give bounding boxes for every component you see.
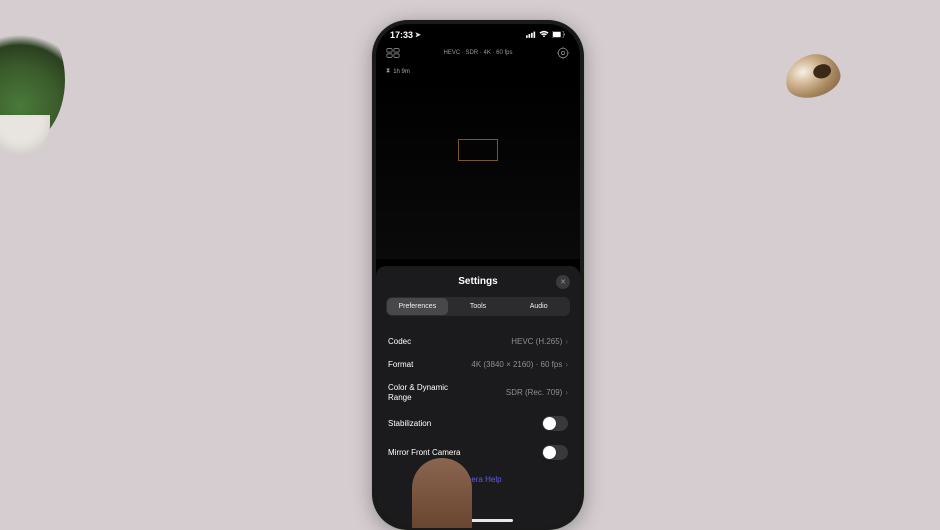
settings-tabs[interactable]: Preferences Tools Audio xyxy=(386,297,570,316)
format-value: 4K (3840 × 2160) · 60 fps xyxy=(471,360,562,369)
tab-tools[interactable]: Tools xyxy=(448,298,509,315)
camera-app-header: HEVC · SDR · 4K · 60 fps xyxy=(376,42,580,64)
media-library-icon[interactable] xyxy=(386,46,400,60)
settings-title: Settings xyxy=(458,276,497,287)
camera-help-link[interactable]: Camera Help xyxy=(376,467,580,488)
tab-audio[interactable]: Audio xyxy=(508,298,569,315)
row-format[interactable]: Format 4K (3840 × 2160) · 60 fps › xyxy=(388,353,568,376)
camera-viewfinder[interactable] xyxy=(376,79,580,259)
timer-value: 1h 9m xyxy=(393,69,410,75)
row-color-range[interactable]: Color & Dynamic Range SDR (Rec. 709) › xyxy=(388,376,568,409)
wifi-icon xyxy=(539,30,549,40)
notch xyxy=(443,24,513,40)
codec-value: HEVC (H.265) xyxy=(511,337,562,346)
shell-decoration xyxy=(781,49,845,104)
close-button[interactable]: ✕ xyxy=(556,275,570,289)
close-icon: ✕ xyxy=(560,278,566,286)
chevron-right-icon: › xyxy=(565,360,568,369)
status-time: 17:33 xyxy=(390,30,413,40)
phone-screen: 17:33 ➤ HEVC · SDR · 4K · 60 fps xyxy=(376,24,580,526)
settings-gear-icon[interactable] xyxy=(556,46,570,60)
chevron-right-icon: › xyxy=(565,388,568,397)
row-stabilization: Stabilization xyxy=(388,409,568,438)
chevron-right-icon: › xyxy=(565,337,568,346)
battery-icon xyxy=(552,30,566,40)
mirror-toggle[interactable] xyxy=(542,445,568,460)
row-mirror-front-camera: Mirror Front Camera xyxy=(388,438,568,467)
settings-sheet: Settings ✕ Preferences Tools Audio Codec… xyxy=(376,266,580,526)
format-summary[interactable]: HEVC · SDR · 4K · 60 fps xyxy=(443,50,512,56)
color-range-value: SDR (Rec. 709) xyxy=(506,388,562,397)
sheet-header: Settings ✕ xyxy=(376,266,580,297)
recording-time-remaining: ⧗ 1h 9m xyxy=(376,64,580,79)
row-codec[interactable]: Codec HEVC (H.265) › xyxy=(388,330,568,353)
location-icon: ➤ xyxy=(415,31,421,39)
tab-preferences[interactable]: Preferences xyxy=(387,298,448,315)
mirror-label: Mirror Front Camera xyxy=(388,448,460,457)
codec-label: Codec xyxy=(388,337,411,346)
color-range-label: Color & Dynamic Range xyxy=(388,383,468,402)
stabilization-toggle[interactable] xyxy=(542,416,568,431)
stabilization-label: Stabilization xyxy=(388,419,431,428)
phone-frame: 17:33 ➤ HEVC · SDR · 4K · 60 fps xyxy=(372,20,584,530)
focus-frame xyxy=(458,139,498,161)
finger xyxy=(412,458,472,528)
plant-decoration xyxy=(0,15,65,145)
format-label: Format xyxy=(388,360,413,369)
settings-list: Codec HEVC (H.265) › Format 4K (3840 × 2… xyxy=(376,324,580,467)
hourglass-icon: ⧗ xyxy=(386,68,390,75)
cellular-icon xyxy=(526,30,536,40)
